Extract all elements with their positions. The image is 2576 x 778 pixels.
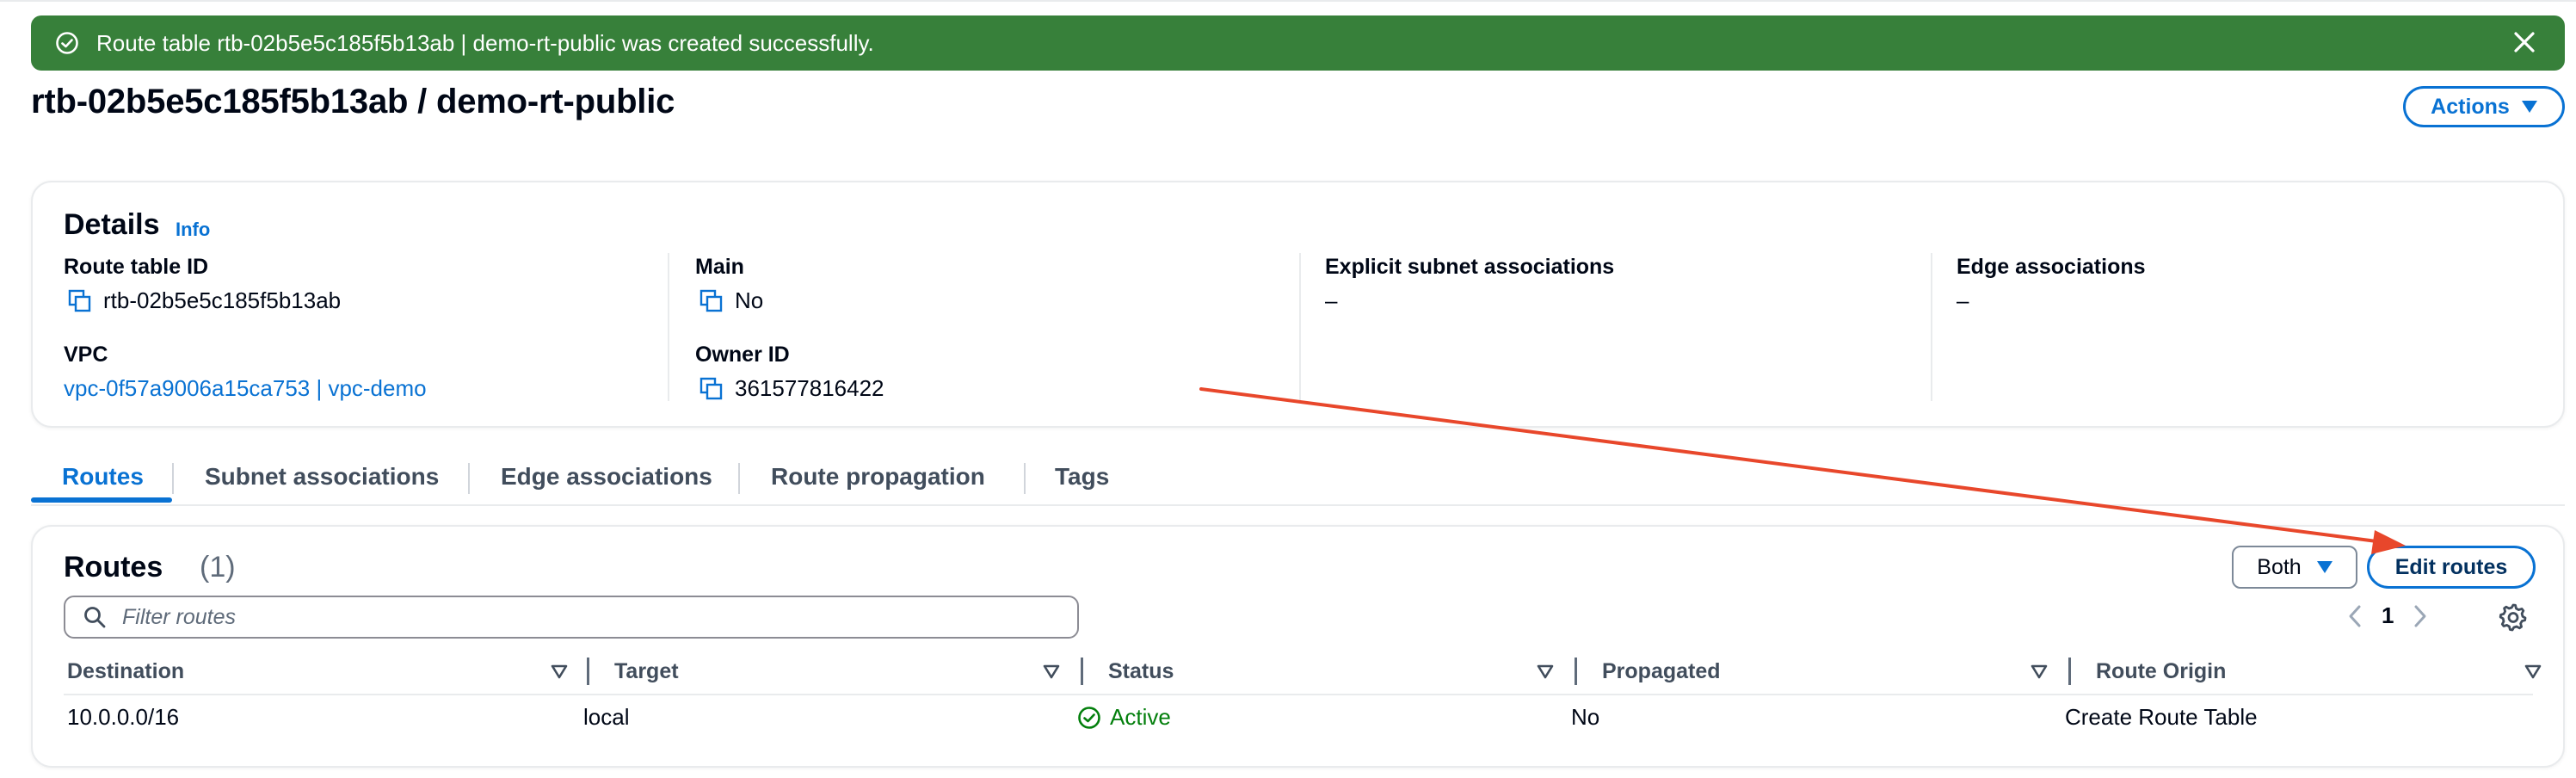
flash-message: Route table rtb-02b5e5c185f5b13ab | demo… <box>96 29 874 56</box>
close-icon[interactable] <box>2510 28 2539 57</box>
column-resizer[interactable] <box>1575 658 1577 685</box>
route-table-id-value: rtb-02b5e5c185f5b13ab <box>67 287 341 314</box>
main-value: No <box>699 287 763 314</box>
column-divider <box>1299 253 1301 401</box>
routes-count: (1) <box>200 551 236 584</box>
column-header-status[interactable]: Status <box>1108 659 1174 684</box>
sort-down-icon[interactable] <box>1537 664 1554 680</box>
column-divider <box>668 253 669 401</box>
column-header-route-origin[interactable]: Route Origin <box>2096 659 2226 684</box>
current-page[interactable]: 1 <box>2382 602 2394 629</box>
pagination: 1 <box>2347 602 2428 629</box>
caret-down-icon <box>2316 561 2333 573</box>
route-table-id-text: rtb-02b5e5c185f5b13ab <box>103 287 342 313</box>
check-circle-icon <box>56 32 78 54</box>
owner-id-label: Owner ID <box>695 343 790 367</box>
sort-down-icon[interactable] <box>551 664 568 680</box>
tab-bar: Routes Subnet associations Edge associat… <box>31 454 2565 506</box>
tab-separator <box>738 463 740 494</box>
column-header-destination[interactable]: Destination <box>67 659 184 684</box>
explicit-subnet-associations-label: Explicit subnet associations <box>1325 255 1615 279</box>
routes-heading: Routes <box>64 551 163 584</box>
tab-separator <box>172 463 174 494</box>
status-text: Active <box>1110 704 1171 730</box>
tab-routes[interactable]: Routes <box>62 463 144 491</box>
gear-icon[interactable] <box>2499 602 2528 632</box>
chevron-right-icon[interactable] <box>2413 604 2428 628</box>
edge-associations-label: Edge associations <box>1957 255 2146 279</box>
filter-routes-field[interactable] <box>64 596 1079 639</box>
cell-route-origin: Create Route Table <box>2065 704 2258 730</box>
column-resizer[interactable] <box>1081 658 1083 685</box>
filter-routes-input[interactable] <box>120 603 1053 631</box>
column-header-target[interactable]: Target <box>614 659 679 684</box>
search-icon <box>84 607 106 628</box>
column-header-propagated[interactable]: Propagated <box>1602 659 1721 684</box>
vpc-label: VPC <box>64 343 108 367</box>
tab-tags[interactable]: Tags <box>1055 463 1109 491</box>
main-label: Main <box>695 255 744 279</box>
cell-target: local <box>583 704 630 730</box>
info-link[interactable]: Info <box>176 219 210 241</box>
tab-subnet-associations[interactable]: Subnet associations <box>205 463 439 491</box>
edge-associations-value: – <box>1957 287 1969 313</box>
details-container: Details Info Route table ID rtb-02b5e5c1… <box>31 181 2565 428</box>
sort-down-icon[interactable] <box>2524 664 2542 680</box>
sort-down-icon[interactable] <box>1043 664 1060 680</box>
actions-button[interactable]: Actions <box>2403 86 2565 127</box>
owner-id-text: 361577816422 <box>735 375 884 401</box>
page-title: rtb-02b5e5c185f5b13ab / demo-rt-public <box>31 83 675 120</box>
vpc-link[interactable]: vpc-0f57a9006a15ca753 | vpc-demo <box>64 375 427 402</box>
ip-version-value: Both <box>2257 554 2302 579</box>
column-resizer[interactable] <box>587 658 589 685</box>
explicit-subnet-associations-value: – <box>1325 287 1338 313</box>
column-divider <box>1931 253 1932 401</box>
column-resizer[interactable] <box>2068 658 2071 685</box>
sort-down-icon[interactable] <box>2031 664 2048 680</box>
details-heading: Details <box>64 208 160 241</box>
active-tab-indicator <box>31 497 172 503</box>
cell-propagated: No <box>1571 704 1600 730</box>
copy-icon[interactable] <box>699 376 724 402</box>
tab-route-propagation[interactable]: Route propagation <box>771 463 985 491</box>
cell-status: Active <box>1077 704 1171 731</box>
owner-id-value: 361577816422 <box>699 375 884 402</box>
chevron-left-icon[interactable] <box>2347 604 2363 628</box>
actions-label: Actions <box>2431 94 2510 119</box>
caret-down-icon <box>2521 101 2537 113</box>
top-divider <box>0 0 2576 10</box>
tab-separator <box>1024 463 1026 494</box>
edit-routes-button[interactable]: Edit routes <box>2367 546 2536 589</box>
route-table-id-label: Route table ID <box>64 255 209 279</box>
tab-separator <box>468 463 470 494</box>
routes-container: Routes (1) Both Edit routes 1 Destinatio… <box>31 525 2565 768</box>
ip-version-select[interactable]: Both <box>2232 546 2357 589</box>
copy-icon[interactable] <box>699 288 724 314</box>
check-circle-icon <box>1078 706 1100 729</box>
tab-edge-associations[interactable]: Edge associations <box>501 463 712 491</box>
copy-icon[interactable] <box>67 288 93 314</box>
cell-destination: 10.0.0.0/16 <box>67 704 180 730</box>
main-text: No <box>735 287 764 313</box>
table-header-row: Destination Target Status Propagated Rou… <box>64 654 2542 695</box>
success-flash-banner: Route table rtb-02b5e5c185f5b13ab | demo… <box>31 15 2565 71</box>
